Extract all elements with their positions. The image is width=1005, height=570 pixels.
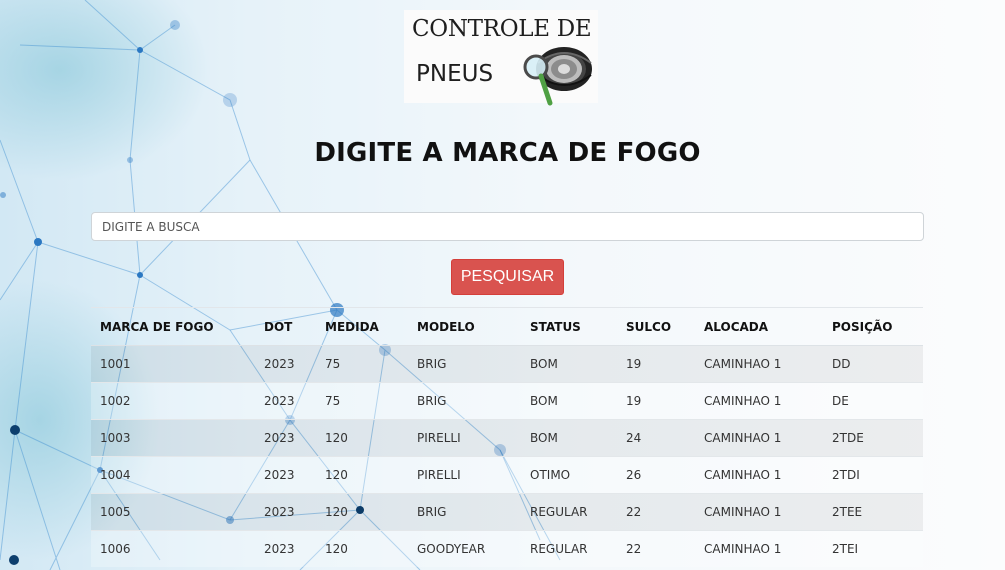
cell-sulco: 22 <box>617 530 695 567</box>
column-header-status[interactable]: STATUS <box>521 307 617 346</box>
logo-text-line1: CONTROLE DE <box>412 16 592 42</box>
cell-status: REGULAR <box>521 493 617 531</box>
cell-status: BOM <box>521 419 617 457</box>
column-header-alocada[interactable]: ALOCADA <box>695 307 823 346</box>
search-box[interactable] <box>91 212 924 241</box>
search-input[interactable] <box>92 213 923 240</box>
tires-table: MARCA DE FOGO DOT MEDIDA MODELO STATUS S… <box>91 307 923 567</box>
table-row[interactable]: 1001 2023 75 BRIG BOM 19 CAMINHAO 1 DD <box>91 345 923 383</box>
cell-marca-de-fogo: 1004 <box>91 456 255 494</box>
cell-modelo: PIRELLI <box>408 456 521 494</box>
cell-sulco: 19 <box>617 345 695 383</box>
cell-medida: 75 <box>316 345 408 383</box>
cell-dot: 2023 <box>255 493 316 531</box>
cell-posicao: 2TEE <box>823 493 923 531</box>
cell-marca-de-fogo: 1006 <box>91 530 255 567</box>
cell-alocada: CAMINHAO 1 <box>695 382 823 420</box>
cell-modelo: BRIG <box>408 345 521 383</box>
table-row[interactable]: 1002 2023 75 BRIG BOM 19 CAMINHAO 1 DE <box>91 382 923 420</box>
table-row[interactable]: 1004 2023 120 PIRELLI OTIMO 26 CAMINHAO … <box>91 456 923 494</box>
cell-posicao: 2TEI <box>823 530 923 567</box>
cell-posicao: DD <box>823 345 923 383</box>
tire-magnifier-icon <box>523 47 592 106</box>
column-header-marca-de-fogo[interactable]: MARCA DE FOGO <box>91 307 255 346</box>
cell-medida: 120 <box>316 530 408 567</box>
cell-medida: 120 <box>316 493 408 531</box>
cell-dot: 2023 <box>255 456 316 494</box>
cell-sulco: 24 <box>617 419 695 457</box>
column-header-dot[interactable]: DOT <box>255 307 316 346</box>
table-header-row: MARCA DE FOGO DOT MEDIDA MODELO STATUS S… <box>91 307 923 346</box>
cell-modelo: PIRELLI <box>408 419 521 457</box>
cell-modelo: BRIG <box>408 493 521 531</box>
cell-medida: 120 <box>316 456 408 494</box>
cell-dot: 2023 <box>255 345 316 383</box>
cell-sulco: 22 <box>617 493 695 531</box>
cell-status: BOM <box>521 382 617 420</box>
cell-medida: 75 <box>316 382 408 420</box>
column-header-posicao[interactable]: POSIÇÃO <box>823 307 923 346</box>
cell-dot: 2023 <box>255 530 316 567</box>
cell-modelo: GOODYEAR <box>408 530 521 567</box>
cell-dot: 2023 <box>255 382 316 420</box>
cell-posicao: 2TDI <box>823 456 923 494</box>
cell-alocada: CAMINHAO 1 <box>695 493 823 531</box>
column-header-sulco[interactable]: SULCO <box>617 307 695 346</box>
page-title: DIGITE A MARCA DE FOGO <box>314 138 701 168</box>
cell-alocada: CAMINHAO 1 <box>695 530 823 567</box>
logo-text-line2: PNEUS <box>416 61 494 87</box>
cell-status: BOM <box>521 345 617 383</box>
cell-dot: 2023 <box>255 419 316 457</box>
cell-sulco: 26 <box>617 456 695 494</box>
cell-status: REGULAR <box>521 530 617 567</box>
column-header-medida[interactable]: MEDIDA <box>316 307 408 346</box>
table-row[interactable]: 1006 2023 120 GOODYEAR REGULAR 22 CAMINH… <box>91 530 923 567</box>
cell-marca-de-fogo: 1005 <box>91 493 255 531</box>
cell-sulco: 19 <box>617 382 695 420</box>
cell-marca-de-fogo: 1002 <box>91 382 255 420</box>
search-button[interactable]: PESQUISAR <box>451 259 564 295</box>
column-header-modelo[interactable]: MODELO <box>408 307 521 346</box>
table-row[interactable]: 1003 2023 120 PIRELLI BOM 24 CAMINHAO 1 … <box>91 419 923 457</box>
cell-marca-de-fogo: 1001 <box>91 345 255 383</box>
cell-posicao: DE <box>823 382 923 420</box>
cell-modelo: BRIG <box>408 382 521 420</box>
app-logo: CONTROLE DE PNEUS <box>404 10 598 106</box>
cell-alocada: CAMINHAO 1 <box>695 345 823 383</box>
cell-posicao: 2TDE <box>823 419 923 457</box>
cell-alocada: CAMINHAO 1 <box>695 456 823 494</box>
cell-marca-de-fogo: 1003 <box>91 419 255 457</box>
cell-medida: 120 <box>316 419 408 457</box>
cell-alocada: CAMINHAO 1 <box>695 419 823 457</box>
cell-status: OTIMO <box>521 456 617 494</box>
table-row[interactable]: 1005 2023 120 BRIG REGULAR 22 CAMINHAO 1… <box>91 493 923 531</box>
